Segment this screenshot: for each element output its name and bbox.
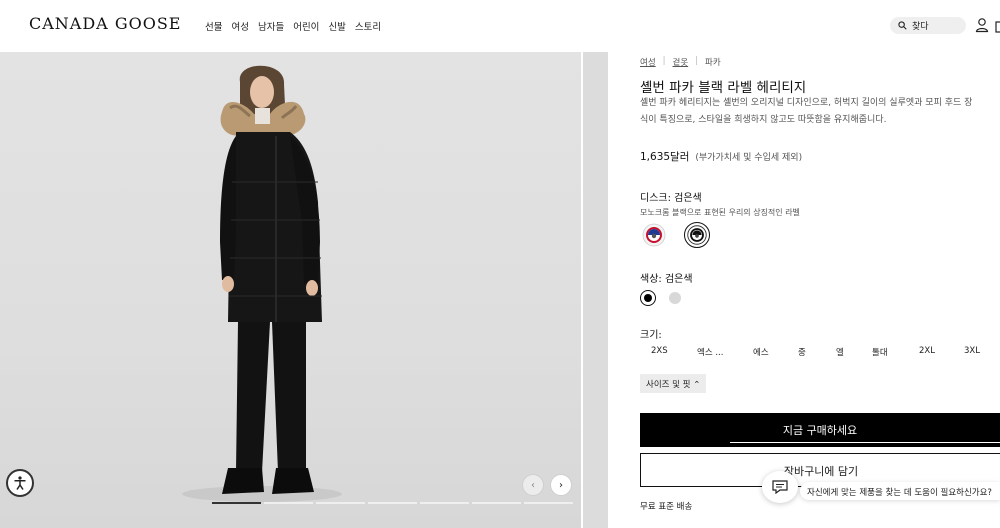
product-price: 1,635달러 xyxy=(640,151,690,163)
account-icon[interactable] xyxy=(975,17,989,33)
product-image-gallery[interactable]: ‹ › xyxy=(0,52,581,528)
breadcrumb-parkas[interactable]: 파카 xyxy=(705,56,721,68)
size-and-fit-button[interactable]: 사이즈 및 핏 ⁠⌃ xyxy=(640,374,707,393)
buy-now-underline xyxy=(730,442,1000,443)
color-swatch-grey[interactable] xyxy=(669,292,681,304)
size-option-l[interactable]: 엘 xyxy=(836,346,844,358)
breadcrumb-separator: | xyxy=(695,56,699,66)
nav-item-stories[interactable]: 스토리 xyxy=(355,19,381,33)
search-box[interactable]: 찾다 xyxy=(890,17,966,34)
disc-option-black-icon[interactable] xyxy=(684,222,710,248)
gallery-prev-button[interactable]: ‹ xyxy=(522,474,544,496)
gallery-pagination xyxy=(212,502,573,504)
color-label: 색상: 검은색 xyxy=(640,274,693,285)
breadcrumb-separator: | xyxy=(662,56,666,66)
gallery-dot[interactable] xyxy=(264,502,313,504)
size-selector: 2XS 엑스 ... 에스 중 엘 톨대 2XL 3XL xyxy=(640,346,1000,364)
chevron-left-icon: ‹ xyxy=(531,479,535,491)
size-option-xs[interactable]: 엑스 ... xyxy=(697,346,723,358)
bag-icon[interactable] xyxy=(995,17,1000,33)
site-header: CANADA GOOSE 선물 여성 남자들 어린이 신발 스토리 찾다 xyxy=(0,0,1000,52)
gallery-dot[interactable] xyxy=(316,502,365,504)
size-option-2xs[interactable]: 2XS xyxy=(651,346,668,356)
gallery-next-button[interactable]: › xyxy=(550,474,572,496)
nav-item-men[interactable]: 남자들 xyxy=(258,19,284,33)
add-to-cart-label: 장바구니에 담기 xyxy=(783,465,859,478)
product-title: 셸번 파카 블랙 라벨 헤리티지 xyxy=(640,80,807,96)
disc-description: 모노크롬 블랙으로 표현된 우리의 상징적인 라벨 xyxy=(640,208,800,217)
size-option-2xl[interactable]: 2XL xyxy=(919,346,935,356)
product-description: 셸번 파카 헤리티지는 셸번의 오리지널 디자인으로, 허벅지 길이의 실루엣과… xyxy=(640,98,973,125)
accessibility-button[interactable] xyxy=(6,469,34,497)
price-note: (부가가치세 및 수입세 제외) xyxy=(695,153,803,163)
product-photo xyxy=(182,65,342,502)
chat-button[interactable] xyxy=(762,471,798,503)
canada-goose-logo[interactable]: CANADA GOOSE xyxy=(29,14,181,33)
color-swatch-black[interactable] xyxy=(640,290,656,306)
breadcrumb-women[interactable]: 여성 xyxy=(640,56,656,68)
shipping-info: 무료 표준 배송 xyxy=(640,502,693,512)
buy-now-label: 지금 구매하세요 xyxy=(782,424,858,437)
disc-option-color-icon[interactable] xyxy=(641,222,667,248)
size-option-tall[interactable]: 톨대 xyxy=(872,346,888,358)
price-row: 1,635달러 (부가가치세 및 수입세 제외) xyxy=(640,149,802,164)
gallery-dot[interactable] xyxy=(472,502,521,504)
main-nav: 선물 여성 남자들 어린이 신발 스토리 xyxy=(205,19,381,33)
gallery-dot[interactable] xyxy=(420,502,469,504)
search-label: 찾다 xyxy=(912,22,929,32)
search-icon xyxy=(898,21,907,30)
buy-now-button[interactable]: 지금 구매하세요 xyxy=(640,413,1000,447)
nav-item-women[interactable]: 여성 xyxy=(231,19,248,33)
next-image-preview[interactable] xyxy=(583,52,608,528)
size-option-m[interactable]: 중 xyxy=(798,346,806,358)
breadcrumb-outerwear[interactable]: 겉옷 xyxy=(673,56,689,68)
chat-prompt[interactable]: 자신에게 맞는 제품을 찾는 데 도움이 필요하신가요? xyxy=(800,482,1000,500)
size-option-s[interactable]: 에스 xyxy=(753,346,769,358)
chevron-right-icon: › xyxy=(559,479,563,491)
nav-item-kids[interactable]: 어린이 xyxy=(293,19,319,33)
accessibility-icon xyxy=(14,476,26,490)
nav-item-gifts[interactable]: 선물 xyxy=(205,19,222,33)
gallery-dot[interactable] xyxy=(368,502,417,504)
chat-icon xyxy=(772,480,788,494)
size-option-3xl[interactable]: 3XL xyxy=(964,346,980,356)
disc-label: 디스크: 검은색 xyxy=(640,193,702,204)
size-label: 크기: xyxy=(640,330,662,341)
gallery-dot[interactable] xyxy=(212,502,261,504)
nav-item-shoes[interactable]: 신발 xyxy=(328,19,345,33)
gallery-dot[interactable] xyxy=(524,502,573,504)
breadcrumb: 여성 | 겉옷 | 파카 xyxy=(640,56,721,68)
